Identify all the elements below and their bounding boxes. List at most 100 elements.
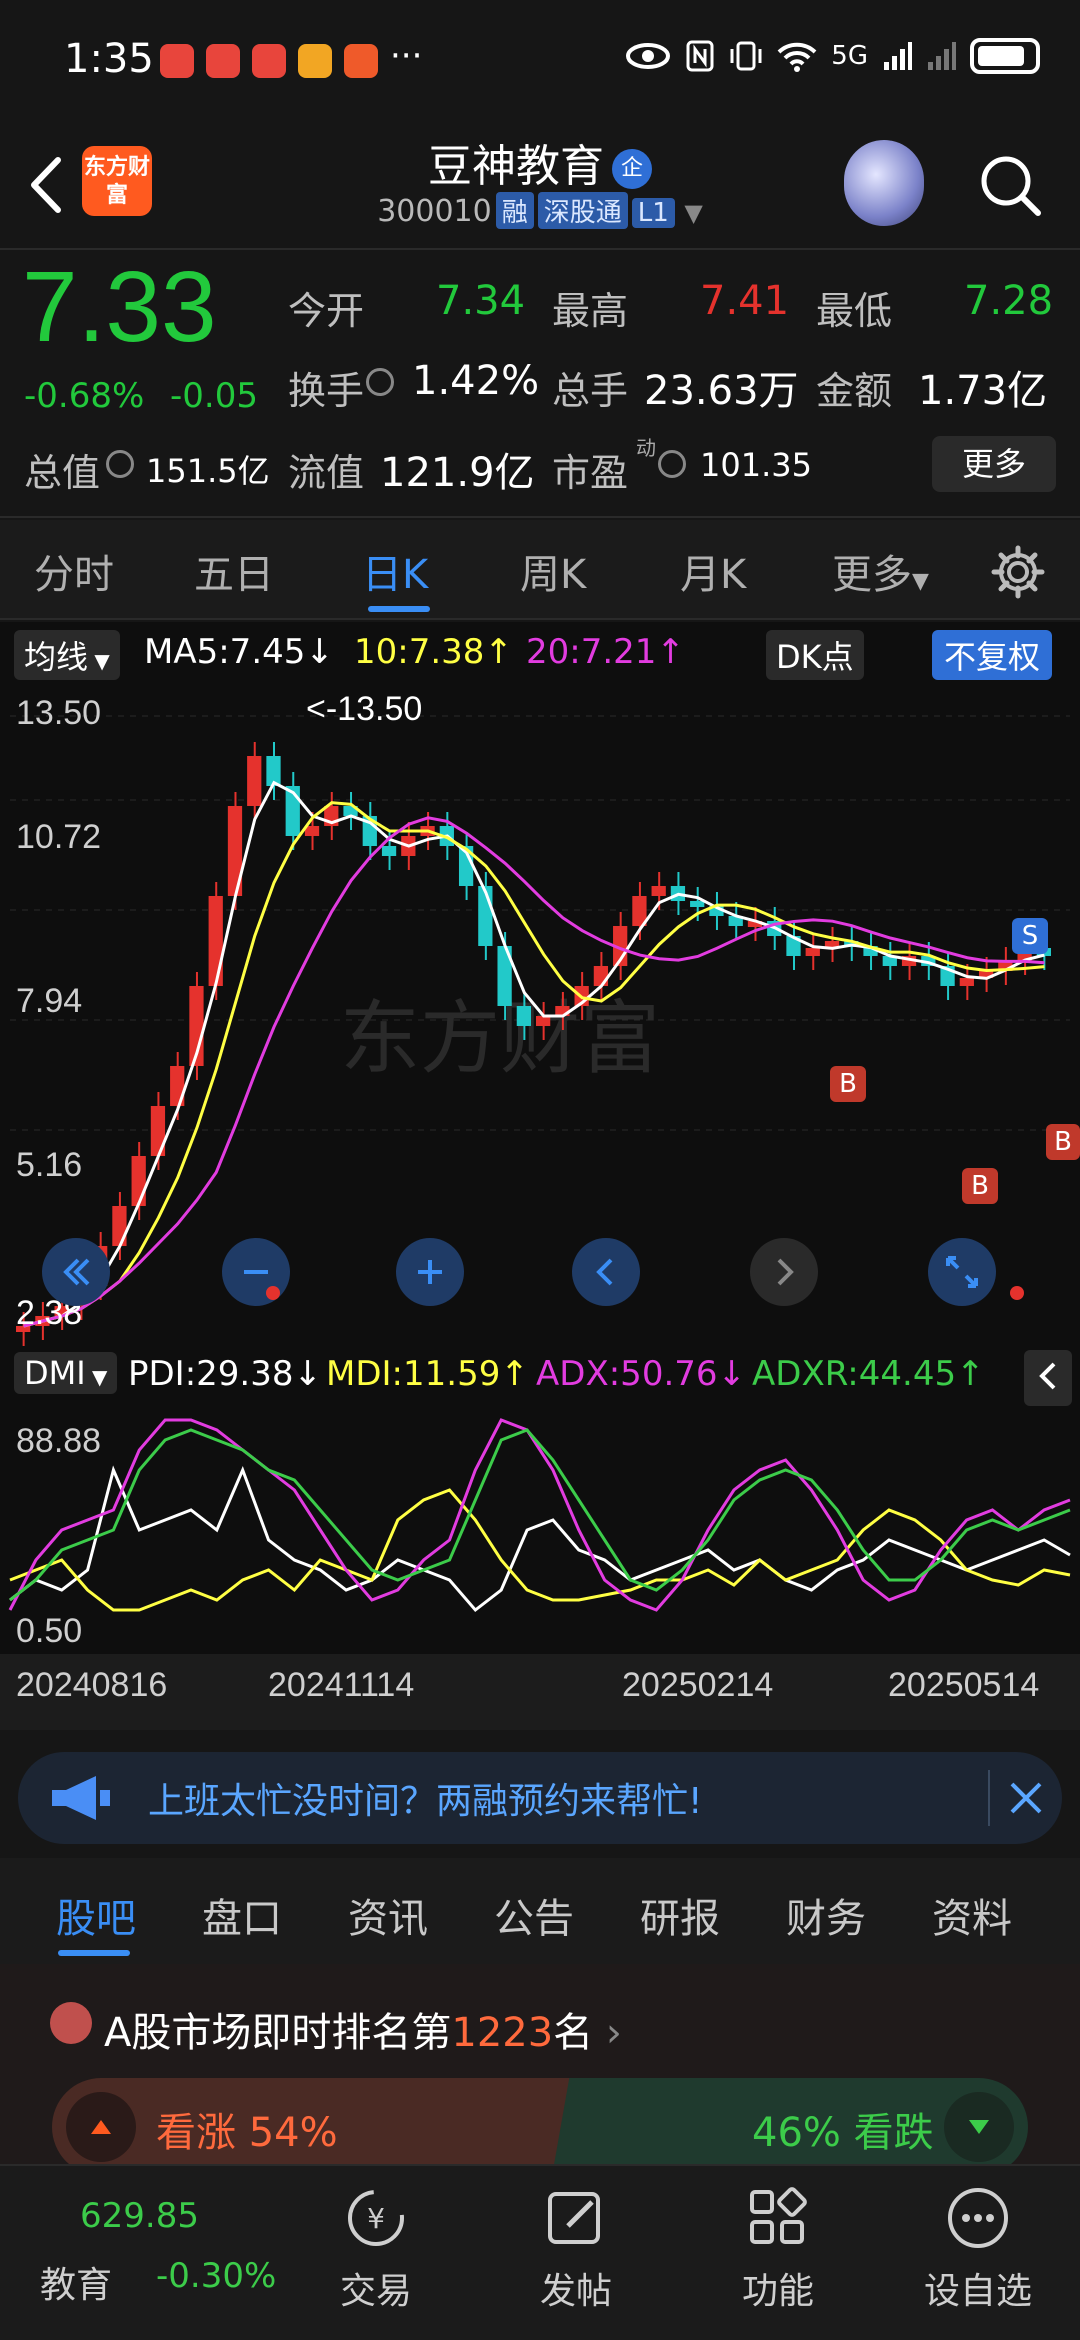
tab-research[interactable]: 研报: [640, 1886, 720, 1944]
close-icon[interactable]: [1006, 1778, 1046, 1818]
chevron-left-icon: [1039, 1362, 1056, 1390]
dmi-chart: [8, 1418, 1071, 1613]
tab-monthly-k[interactable]: 月K: [680, 542, 746, 600]
dmi-axis-tick: 88.88: [16, 1422, 102, 1460]
buy-marker[interactable]: B: [1046, 1124, 1080, 1160]
index-change: -0.30%: [156, 2256, 277, 2296]
enterprise-badge: 企: [612, 149, 652, 189]
scroll-left-button[interactable]: [572, 1238, 640, 1306]
candle: [381, 846, 397, 856]
rank-text[interactable]: A股市场即时排名第1223名 ›: [104, 2000, 622, 2058]
price-axis-tick: 13.50: [16, 694, 102, 732]
trade-icon[interactable]: ¥: [336, 2178, 416, 2258]
change-pct: -0.68%: [24, 376, 145, 416]
sub-indicator-selector[interactable]: DMI ▼: [14, 1352, 118, 1394]
functions-icon[interactable]: [738, 2178, 818, 2258]
notification-icons: [160, 44, 378, 78]
tab-announcements[interactable]: 公告: [494, 1886, 574, 1944]
dmi-line: [9, 1428, 1071, 1602]
ma20-value: 20:7.21↑: [526, 632, 685, 672]
caret-down-icon: ▼: [912, 569, 929, 594]
tab-orderbook[interactable]: 盘口: [202, 1886, 282, 1944]
collapse-panel-button[interactable]: [1024, 1350, 1072, 1406]
signal-2-icon: [928, 42, 956, 70]
rank-icon: [50, 2002, 92, 2044]
alert-dot: [266, 1286, 280, 1300]
tab-more[interactable]: 更多▼: [832, 542, 929, 600]
zoom-out-button[interactable]: [222, 1238, 290, 1306]
info-icon: [658, 450, 686, 478]
tab-intraday[interactable]: 分时: [34, 542, 114, 600]
post-icon[interactable]: [536, 2178, 616, 2258]
mktcap-label: 总值: [24, 451, 101, 495]
sell-marker[interactable]: S: [1012, 918, 1048, 954]
indicator-selector[interactable]: 均线 ▼: [14, 630, 120, 680]
scroll-right-button[interactable]: [750, 1238, 818, 1306]
sub-indicator-label: DMI: [24, 1354, 86, 1392]
chevron-down-icon: ▼: [684, 199, 703, 227]
tab-weekly-k[interactable]: 周K: [520, 542, 586, 600]
nav-trade[interactable]: 交易: [340, 2262, 412, 2314]
promo-banner[interactable]: 上班太忙没时间？两融预约来帮忙!: [18, 1752, 1062, 1844]
nav-functions[interactable]: 功能: [742, 2262, 814, 2314]
bottom-nav: 629.85 教育 -0.30% ¥ 交易 发帖 功能 设自选: [0, 2164, 1080, 2340]
info-icon: [106, 450, 134, 478]
wifi-icon: [777, 42, 817, 72]
adx-value: ADX:50.76↓: [536, 1354, 747, 1394]
system-icons: 5G: [625, 38, 1040, 74]
indicator-selector-label: 均线: [24, 638, 89, 676]
buy-marker[interactable]: B: [962, 1168, 998, 1204]
megaphone-icon: [52, 1776, 110, 1820]
low-value: 7.28: [964, 278, 1054, 324]
more-circle-icon[interactable]: [938, 2178, 1018, 2258]
sentiment-vote: 看涨 54% 46% 看跌: [52, 2078, 1028, 2176]
tab-daily-k[interactable]: 日K: [362, 542, 428, 600]
nav-add-watchlist[interactable]: 设自选: [924, 2262, 1032, 2314]
buy-marker[interactable]: B: [830, 1066, 866, 1102]
margin-tag: 融: [495, 192, 534, 229]
weibo-icon: [298, 44, 332, 78]
quote-panel: 7.33 -0.68% -0.05 今开 7.34 最高 7.41 最低 7.2…: [0, 250, 1080, 518]
scroll-left-end-button[interactable]: [42, 1238, 110, 1306]
vote-up-button[interactable]: [66, 2092, 136, 2162]
open-label: 今开: [288, 289, 365, 333]
ma5-value: MA5:7.45↓: [144, 632, 334, 672]
tab-financials[interactable]: 财务: [786, 1886, 866, 1944]
index-name[interactable]: 教育: [40, 2256, 112, 2308]
candle: [112, 1206, 127, 1246]
active-tab-indicator: [58, 1950, 130, 1956]
alert-dot: [1010, 1286, 1024, 1300]
float-label: 流值: [288, 451, 365, 495]
promo-text: 上班太忙没时间？两融预约来帮忙!: [148, 1781, 703, 1822]
tab-five-day[interactable]: 五日: [194, 542, 274, 600]
nav-post[interactable]: 发帖: [540, 2262, 612, 2314]
dk-point-button[interactable]: DK点: [766, 630, 864, 680]
tab-profile[interactable]: 资料: [932, 1886, 1012, 1944]
rank-section: A股市场即时排名第1223名 › 看涨 54% 46% 看跌: [0, 1964, 1080, 2176]
clock: 1:35: [64, 36, 154, 82]
turnover-label: 换手: [288, 369, 365, 413]
eye-icon: [626, 43, 671, 69]
more-quote-button[interactable]: 更多: [932, 436, 1056, 492]
zoom-in-button[interactable]: [396, 1238, 464, 1306]
adxr-value: ADXR:44.45↑: [752, 1354, 985, 1394]
candle: [651, 886, 666, 896]
tab-news[interactable]: 资讯: [348, 1886, 428, 1944]
date-tick: 20240816: [16, 1666, 168, 1704]
more-notifications: ···: [390, 36, 423, 76]
kline-chart-area[interactable]: 均线 ▼ MA5:7.45↓ 10:7.38↑ 20:7.21↑ DK点 不复权…: [0, 622, 1080, 1730]
gear-icon[interactable]: [990, 544, 1046, 600]
dmi-legend-row: DMI ▼ PDI:29.38↓ MDI:11.59↑ ADX:50.76↓ A…: [0, 1346, 1080, 1410]
robot-assistant-icon[interactable]: [844, 140, 924, 226]
adjust-button[interactable]: 不复权: [932, 630, 1053, 680]
search-icon[interactable]: [975, 150, 1045, 220]
dmi-line: [9, 1465, 1071, 1613]
low-label: 最低: [816, 289, 893, 333]
vote-down-button[interactable]: [944, 2092, 1014, 2162]
vote-down-label: 46% 看跌: [752, 2110, 934, 2156]
fullscreen-button[interactable]: [928, 1238, 996, 1306]
rank-prefix: A股市场即时排名第: [104, 2010, 452, 2056]
vibrate-icon: [730, 41, 762, 71]
tab-guba[interactable]: 股吧: [56, 1886, 136, 1944]
turnover-value: 1.42%: [412, 358, 540, 404]
